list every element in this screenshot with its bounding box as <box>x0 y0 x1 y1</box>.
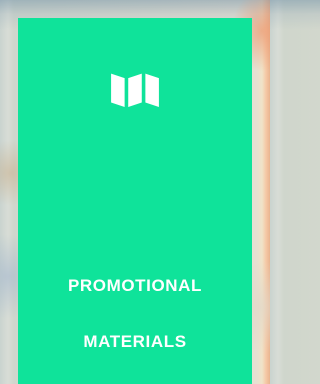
card-title-line-2: MATERIALS <box>83 332 187 351</box>
folded-map-icon <box>111 73 159 107</box>
promotional-materials-card[interactable]: PROMOTIONAL MATERIALS <box>18 18 252 384</box>
card-title: PROMOTIONAL MATERIALS <box>68 244 202 384</box>
card-title-line-1: PROMOTIONAL <box>67 276 203 295</box>
